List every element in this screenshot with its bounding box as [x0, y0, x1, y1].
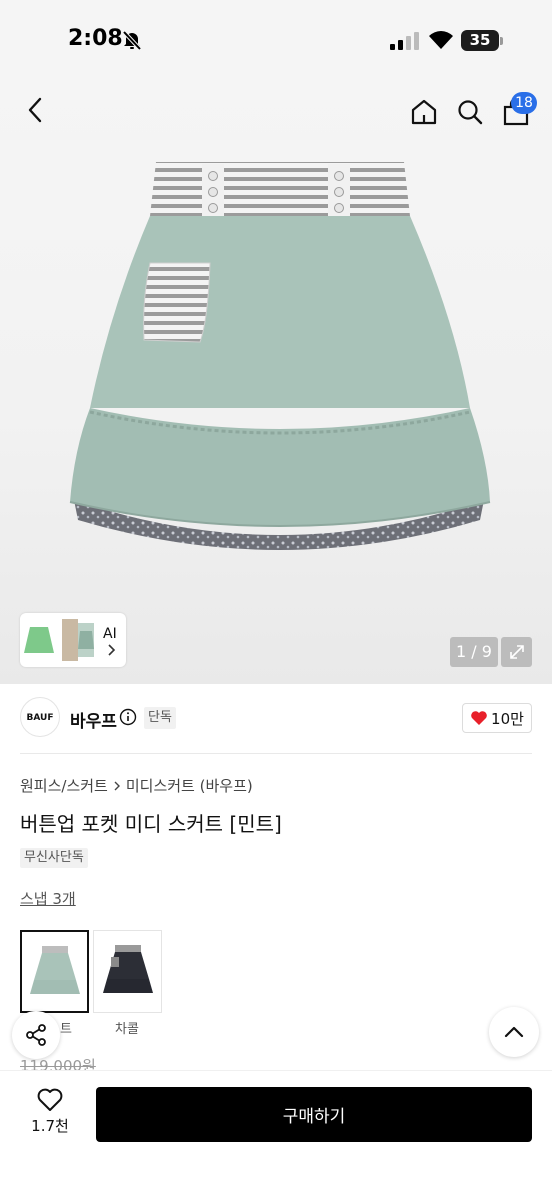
color-option-label: 트: [60, 1022, 72, 1037]
back-arrow-icon: [28, 97, 42, 123]
search-icon: [458, 100, 483, 125]
battery-indicator: 35: [461, 30, 499, 51]
heart-icon: [471, 711, 487, 725]
thumbnail-images: [24, 619, 94, 661]
info-icon[interactable]: [119, 708, 137, 726]
brand-exclusive-badge: 단독: [144, 707, 176, 729]
color-option-mint[interactable]: [20, 930, 89, 1013]
page-indicator: 1 / 9: [450, 637, 498, 667]
mint-skirt-thumbnail: [30, 946, 80, 994]
signal-icon: [390, 32, 419, 50]
breadcrumb-category[interactable]: 원피스/스커트: [20, 775, 108, 796]
battery-cap: [500, 37, 503, 45]
color-option-charcoal[interactable]: [93, 930, 162, 1013]
breadcrumb-subcategory[interactable]: 미디스커트 (바우프): [126, 775, 253, 796]
chevron-right-icon: [114, 781, 120, 790]
share-button[interactable]: [12, 1011, 60, 1059]
expand-icon: [509, 645, 524, 659]
wifi-icon: [429, 31, 453, 49]
bell-slash-icon: [122, 30, 142, 51]
breadcrumb: 원피스/스커트 미디스커트 (바우프): [20, 775, 253, 796]
ai-label: AI: [103, 626, 117, 642]
color-option-label: 차콜: [115, 1022, 139, 1037]
cart-count-badge: 18: [511, 92, 537, 114]
product-title: 버튼업 포켓 미디 스커트 [민트]: [20, 812, 282, 836]
brand-logo[interactable]: BAUF: [20, 697, 60, 737]
heart-icon: [37, 1088, 63, 1111]
exclusive-badge: 무신사단독: [20, 848, 88, 868]
status-bar: 2:08 35: [0, 0, 552, 80]
expand-button[interactable]: [501, 637, 532, 667]
chevron-right-icon: [108, 644, 116, 656]
search-button[interactable]: [450, 92, 490, 132]
home-button[interactable]: [404, 92, 444, 132]
brand-like-button[interactable]: 10만: [462, 703, 532, 733]
brand-like-count: 10만: [491, 709, 524, 728]
wishlist-button[interactable]: 1.7천: [20, 1087, 80, 1143]
chevron-up-icon: [504, 1026, 524, 1038]
share-icon: [26, 1024, 46, 1046]
back-button[interactable]: [18, 92, 54, 128]
divider: [20, 753, 532, 754]
snap-link[interactable]: 스냅 3개: [20, 888, 76, 909]
buy-button[interactable]: 구매하기: [96, 1087, 532, 1142]
home-icon: [411, 99, 437, 125]
scroll-to-top-button[interactable]: [489, 1007, 539, 1057]
charcoal-skirt-thumbnail: [103, 945, 153, 993]
product-image[interactable]: [60, 150, 500, 560]
status-time: 2:08: [68, 26, 123, 51]
wishlist-count: 1.7천: [31, 1117, 69, 1135]
brand-name[interactable]: 바우프: [70, 707, 117, 732]
